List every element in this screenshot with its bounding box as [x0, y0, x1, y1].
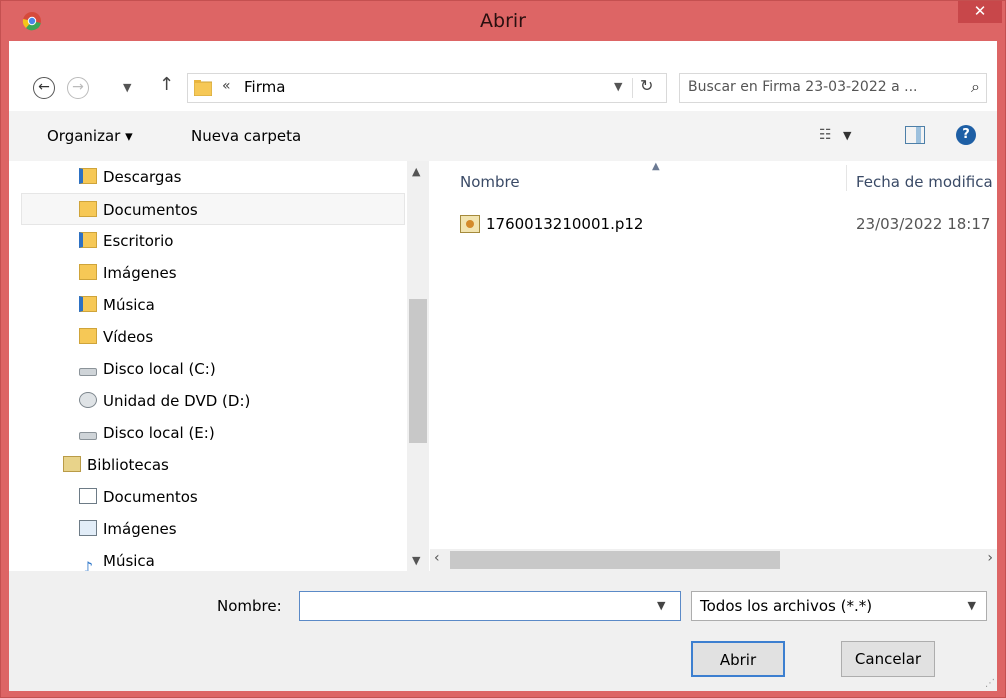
sidebar-item-imagenes[interactable]: Imágenes — [79, 257, 399, 289]
file-name-label: Nombre: — [217, 597, 282, 615]
dialog-footer: Nombre: ▼ Todos los archivos (*.*) ▼ Abr… — [9, 571, 997, 691]
scroll-left-icon[interactable]: ‹ — [434, 550, 440, 566]
column-separator[interactable] — [846, 165, 847, 191]
sort-ascending-icon: ▲ — [652, 161, 660, 172]
sidebar-item-label: Documentos — [103, 488, 198, 506]
navigation-pane: Descargas Documentos Escritorio Imágenes… — [9, 161, 429, 571]
address-dropdown-icon[interactable]: ▼ — [614, 80, 622, 93]
column-header-date[interactable]: Fecha de modifica — [856, 173, 993, 191]
chevron-down-icon[interactable]: ▼ — [657, 599, 665, 612]
file-date: 23/03/2022 18:17 — [856, 215, 991, 233]
back-button[interactable]: ← — [33, 77, 55, 99]
scrollbar-thumb[interactable] — [409, 299, 427, 443]
preview-pane-icon[interactable] — [905, 126, 925, 144]
breadcrumb-overflow[interactable]: « — [222, 78, 231, 94]
sidebar-item-videos[interactable]: Vídeos — [79, 321, 399, 353]
file-type-select[interactable]: Todos los archivos (*.*) ▼ — [691, 591, 987, 621]
sidebar-item-label: Documentos — [103, 201, 198, 219]
certificate-file-icon — [460, 215, 480, 233]
column-header-name[interactable]: Nombre — [460, 173, 520, 191]
scroll-right-icon[interactable]: › — [987, 550, 993, 566]
downloads-folder-icon — [79, 167, 97, 184]
refresh-icon[interactable]: ↻ — [640, 76, 653, 95]
help-icon[interactable]: ? — [956, 125, 976, 145]
sidebar-item-escritorio[interactable]: Escritorio — [79, 225, 399, 257]
sidebar-item-lib-documentos[interactable]: Documentos — [79, 481, 399, 513]
desktop-folder-icon — [79, 231, 97, 248]
sidebar-item-disco-e[interactable]: Disco local (E:) — [79, 417, 399, 449]
file-type-value: Todos los archivos (*.*) — [700, 597, 873, 615]
sidebar-item-documentos[interactable]: Documentos — [21, 193, 405, 225]
chevron-down-icon: ▼ — [843, 129, 852, 142]
scroll-down-icon[interactable]: ▼ — [412, 554, 420, 567]
file-name: 1760013210001.p12 — [486, 215, 644, 233]
search-input[interactable]: Buscar en Firma 23-03-2022 a ... — [688, 79, 917, 95]
dvd-drive-icon — [79, 391, 97, 408]
sidebar-item-label: Vídeos — [103, 328, 154, 346]
address-separator — [632, 78, 633, 98]
sidebar-item-label: Bibliotecas — [87, 456, 169, 474]
libraries-icon — [63, 455, 81, 472]
sidebar-item-disco-c[interactable]: Disco local (C:) — [79, 353, 399, 385]
sidebar-item-label: Disco local (E:) — [103, 424, 215, 442]
resize-grip-icon[interactable]: ⋰ — [985, 678, 995, 689]
sidebar-item-dvd-d[interactable]: Unidad de DVD (D:) — [79, 385, 399, 417]
drive-e-icon — [79, 431, 97, 440]
file-list: ▲ Nombre Fecha de modifica 1760013210001… — [430, 161, 997, 571]
library-pictures-icon — [79, 519, 97, 536]
organize-menu[interactable]: Organizar ▾ — [47, 127, 133, 145]
view-details-icon: ☷ — [819, 127, 832, 143]
open-button[interactable]: Abrir — [691, 641, 785, 677]
search-box[interactable]: Buscar en Firma 23-03-2022 a ... ⌕ — [679, 73, 987, 103]
sidebar-item-label: Imágenes — [103, 264, 177, 282]
new-folder-button[interactable]: Nueva carpeta — [191, 127, 301, 145]
documents-folder-icon — [79, 200, 97, 217]
sidebar-item-lib-imagenes[interactable]: Imágenes — [79, 513, 399, 545]
dialog-body: ← → ▼ ↑ « Firma ▼ ↻ Buscar en Firma 23-0… — [9, 41, 997, 691]
sidebar-item-label: Imágenes — [103, 520, 177, 538]
library-music-icon: ♪ — [82, 557, 94, 572]
sidebar-item-musica[interactable]: Música — [79, 289, 399, 321]
sidebar-item-bibliotecas[interactable]: Bibliotecas — [63, 449, 399, 481]
address-bar[interactable]: « Firma ▼ ↻ — [187, 73, 667, 103]
recent-locations-button[interactable]: ▼ — [123, 77, 131, 99]
sidebar-item-label: Unidad de DVD (D:) — [103, 392, 251, 410]
pictures-folder-icon — [79, 263, 97, 280]
sidebar-item-label: Descargas — [103, 168, 182, 186]
navigation-scrollbar[interactable]: ▲ ▼ — [407, 161, 429, 571]
music-folder-icon — [79, 295, 97, 312]
sidebar-item-label: Música — [103, 296, 155, 314]
table-row[interactable]: 1760013210001.p12 23/03/2022 18:17 — [460, 213, 997, 239]
up-folder-button[interactable]: ↑ — [159, 74, 174, 95]
scrollbar-thumb[interactable] — [450, 551, 780, 569]
drive-c-icon — [79, 367, 97, 376]
videos-folder-icon — [79, 327, 97, 344]
sidebar-item-label: Música — [103, 552, 155, 570]
file-name-input[interactable] — [299, 591, 681, 621]
sidebar-item-descargas[interactable]: Descargas — [79, 161, 399, 193]
change-view-button[interactable]: ☷ ▼ — [819, 125, 859, 147]
chevron-down-icon: ▼ — [967, 599, 976, 612]
breadcrumb-current-folder[interactable]: Firma — [244, 78, 285, 96]
cancel-button[interactable]: Cancelar — [841, 641, 935, 677]
sidebar-item-lib-musica[interactable]: ♪ Música — [79, 545, 399, 571]
forward-button[interactable]: → — [67, 77, 89, 99]
file-list-horizontal-scrollbar[interactable]: ‹ › — [430, 549, 997, 571]
sidebar-item-label: Escritorio — [103, 232, 174, 250]
scroll-up-icon[interactable]: ▲ — [412, 165, 420, 178]
search-icon[interactable]: ⌕ — [971, 77, 980, 97]
open-file-dialog: Abrir ✕ ← → ▼ ↑ « Firma ▼ ↻ Buscar en Fi… — [0, 0, 1006, 698]
library-documents-icon — [79, 487, 97, 504]
command-toolbar: Organizar ▾ Nueva carpeta ☷ ▼ ? — [9, 111, 997, 161]
folder-icon — [194, 80, 212, 96]
sidebar-item-label: Disco local (C:) — [103, 360, 216, 378]
